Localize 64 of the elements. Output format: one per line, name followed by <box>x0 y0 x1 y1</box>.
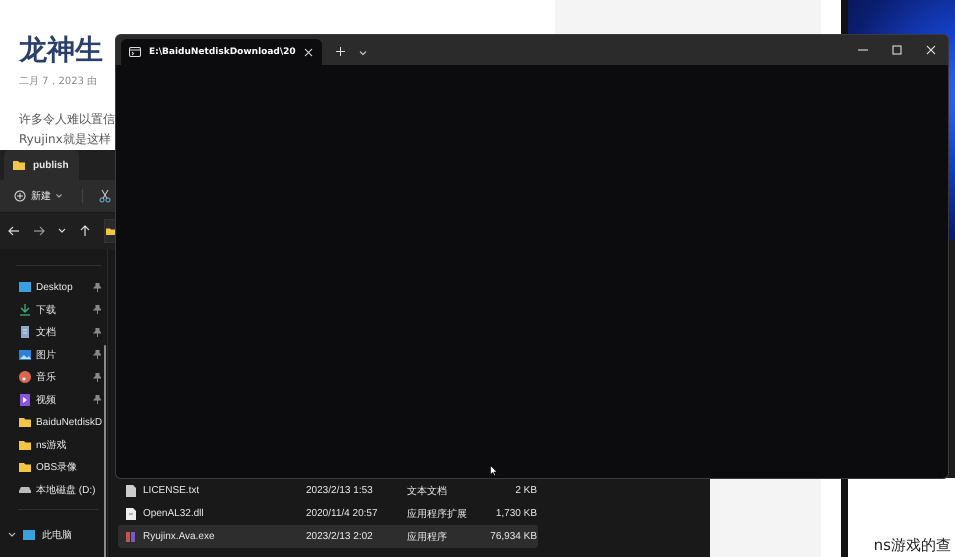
file-size: 1,730 KB <box>494 508 537 519</box>
folder-icon <box>18 460 32 474</box>
maximize-icon[interactable] <box>892 45 902 55</box>
folder-icon <box>12 158 26 172</box>
scrollbar[interactable] <box>104 345 106 557</box>
close-icon[interactable] <box>926 45 936 55</box>
video-icon <box>18 392 32 407</box>
file-name: LICENSE.txt <box>143 485 200 496</box>
picture-icon <box>18 348 32 362</box>
chevron-down-icon[interactable] <box>58 228 66 234</box>
new-button[interactable]: 新建 <box>12 187 64 205</box>
chevron-down-icon <box>56 194 62 198</box>
app-icon <box>124 530 138 544</box>
sidebar-item[interactable]: BaiduNetdiskD <box>18 411 101 434</box>
article-title: 龙神生 <box>19 32 103 68</box>
folder-icon <box>106 226 115 236</box>
plus-icon[interactable] <box>336 47 345 56</box>
up-arrow-icon[interactable] <box>79 225 91 237</box>
sidebar-item[interactable]: 视频 <box>18 388 101 411</box>
plus-circle-icon <box>14 190 26 202</box>
document-icon <box>18 325 32 340</box>
file-size: 2 KB <box>514 485 537 496</box>
sidebar-item[interactable]: Desktop <box>18 276 101 298</box>
chevron-down-icon[interactable] <box>358 51 367 56</box>
file-row[interactable]: Ryujinx.Ava.exe 2023/2/13 2:02 应用程序 76,934 KB <box>118 525 538 548</box>
file-date: 2023/2/13 2:02 <box>306 531 374 542</box>
article-text: Ryujinx就是这样 <box>19 132 111 146</box>
close-icon[interactable] <box>304 48 313 56</box>
monitor-icon <box>22 528 36 542</box>
terminal-tab[interactable]: E:\BaiduNetdiskDownload\20 <box>121 39 322 65</box>
sidebar-item[interactable]: 本地磁盘 (D:) <box>18 478 101 501</box>
file-type: 应用程序扩展 <box>407 508 468 520</box>
sidebar-item[interactable]: 文档 <box>18 321 101 344</box>
music-icon <box>18 370 32 384</box>
sidebar-item[interactable]: 图片 <box>18 344 101 366</box>
article-text: 许多令人难以置信 <box>19 112 115 126</box>
file-row[interactable]: LICENSE.txt 2023/2/13 1:53 文本文档 2 KB <box>118 479 538 502</box>
back-arrow-icon[interactable] <box>8 225 20 237</box>
sidebar-item[interactable]: OBS录像 <box>18 456 101 478</box>
download-icon <box>18 302 32 317</box>
sidebar-item[interactable]: 音乐 <box>18 366 101 388</box>
terminal-icon <box>129 46 141 58</box>
file-icon <box>124 506 138 520</box>
file-date: 2023/2/13 1:53 <box>306 485 374 496</box>
mouse-pointer-icon <box>490 465 497 476</box>
sidebar-item[interactable]: ns游戏 <box>18 434 101 456</box>
file-name: Ryujinx.Ava.exe <box>143 531 215 542</box>
scissors-icon[interactable] <box>82 189 111 203</box>
text-file-icon <box>124 484 138 498</box>
file-type: 应用程序 <box>407 530 448 544</box>
file-date: 2020/11/4 20:57 <box>306 508 379 519</box>
file-row[interactable]: OpenAL32.dll 2020/11/4 20:57 应用程序扩展 1,730 KB <box>118 502 538 525</box>
forward-arrow-icon[interactable] <box>33 225 45 237</box>
file-name: OpenAL32.dll <box>143 508 204 519</box>
file-size: 76,934 KB <box>489 531 537 542</box>
sidebar-item[interactable]: 下载 <box>18 298 101 321</box>
monitor-icon <box>18 280 32 294</box>
file-type: 文本文档 <box>407 484 448 498</box>
page-text: ns游戏的查 <box>874 536 952 556</box>
sidebar-item[interactable]: 此电脑 <box>0 524 107 546</box>
folder-icon <box>18 415 32 430</box>
address-bar[interactable] <box>104 219 116 243</box>
explorer-tab[interactable]: publish <box>4 150 79 180</box>
article-meta: 二月 7，2023 由 <box>19 74 98 88</box>
